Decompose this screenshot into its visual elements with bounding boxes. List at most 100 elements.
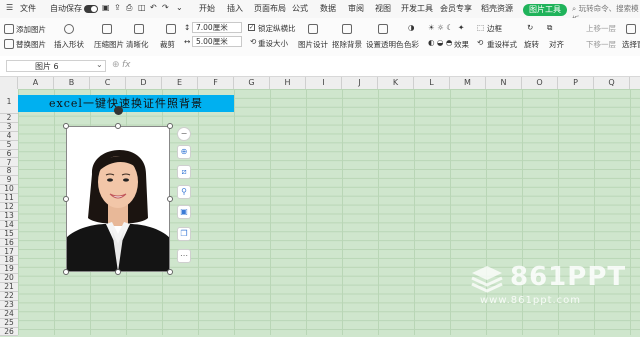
print-icon[interactable]: ⎙ — [126, 3, 132, 13]
resize-handle-ne[interactable] — [167, 123, 173, 129]
rotate-icon: ↻ — [527, 23, 534, 32]
contrast-icon[interactable]: ◐ ◒ ◓ — [428, 38, 452, 47]
column-header-P[interactable]: P — [558, 77, 594, 89]
insert-shape-button[interactable]: 插入形状 — [54, 39, 84, 50]
column-header-M[interactable]: M — [450, 77, 486, 89]
name-box[interactable]: 图片 6 — [6, 60, 106, 72]
fx-icon[interactable]: fx — [122, 60, 131, 70]
remove-bg-icon — [342, 24, 352, 34]
align-button[interactable]: 对齐 — [549, 39, 564, 50]
resize-handle-w[interactable] — [63, 196, 69, 202]
watermark-brand: 861PPT — [510, 262, 627, 292]
redo-icon[interactable]: ↷ — [162, 3, 169, 12]
tab-view[interactable]: 视图 — [375, 3, 391, 14]
color-button[interactable]: 色彩 — [404, 39, 419, 50]
crop-icon — [166, 24, 176, 34]
picture-design-button[interactable]: 图片设计 — [298, 39, 328, 50]
transparent-icon — [378, 24, 388, 34]
crop-picture-icon[interactable]: ⧄ — [177, 165, 191, 179]
more-icon[interactable]: ⋯ — [177, 249, 191, 263]
column-header-K[interactable]: K — [378, 77, 414, 89]
border-button[interactable]: 边框 — [487, 23, 502, 34]
tab-review[interactable]: 审阅 — [348, 3, 364, 14]
select-all-corner[interactable] — [0, 77, 18, 89]
autosave-toggle[interactable] — [84, 5, 98, 13]
tab-member[interactable]: 会员专享 — [440, 3, 472, 14]
column-header-C[interactable]: C — [90, 77, 126, 89]
formula-input[interactable] — [136, 60, 636, 72]
resize-handle-e[interactable] — [167, 196, 173, 202]
reset-style-button[interactable]: 重设样式 — [487, 39, 517, 50]
picture-design-icon — [308, 24, 318, 34]
column-header-N[interactable]: N — [486, 77, 522, 89]
clarify-button[interactable]: 清晰化 — [126, 39, 149, 50]
copy-picture-icon[interactable]: ❐ — [177, 227, 191, 241]
resize-handle-nw[interactable] — [63, 123, 69, 129]
set-transparent-button[interactable]: 设置透明色 — [366, 39, 404, 50]
replace-picture-button[interactable]: 替换图片 — [16, 39, 46, 50]
tab-formula[interactable]: 公式 — [292, 3, 308, 14]
tab-home[interactable]: 开始 — [199, 3, 215, 14]
resize-handle-sw[interactable] — [63, 269, 69, 275]
width-field[interactable]: 5.00厘米 — [192, 36, 242, 47]
name-box-dropdown-icon[interactable]: ⌄ — [96, 60, 103, 69]
lock-ratio-label: 锁定纵横比 — [258, 24, 296, 33]
save-icon[interactable]: ▣ — [102, 3, 110, 12]
column-header-E[interactable]: E — [162, 77, 198, 89]
search-input[interactable]: ⌕ 玩转命令、搜索模板 — [572, 3, 640, 24]
lock-ratio-checkbox[interactable]: ✓ — [248, 24, 255, 31]
picture-selection-frame[interactable] — [66, 126, 170, 272]
resize-handle-n[interactable] — [115, 123, 121, 129]
compress-icon — [102, 24, 112, 34]
row-header-1[interactable]: 1 — [0, 89, 18, 114]
remove-bg-button[interactable]: 抠除背景 — [332, 39, 362, 50]
column-header-F[interactable]: F — [198, 77, 234, 89]
location-icon[interactable]: ⚲ — [177, 185, 191, 199]
brightness-icon[interactable]: ☀ ☼ ☾ — [428, 23, 453, 32]
rotate-handle-icon[interactable] — [114, 106, 123, 115]
hamburger-icon[interactable]: ☰ — [6, 3, 13, 12]
send-backward-button[interactable]: 下移一层 — [586, 39, 616, 50]
replace-picture-icon — [4, 39, 14, 49]
column-header-O[interactable]: O — [522, 77, 558, 89]
picture-tool-icon[interactable]: ▣ — [177, 205, 191, 219]
preview-icon[interactable]: ◫ — [138, 3, 146, 12]
column-header-Q[interactable]: Q — [594, 77, 630, 89]
column-header-I[interactable]: I — [306, 77, 342, 89]
zoom-icon[interactable]: ⊕ — [112, 60, 120, 70]
tab-docer[interactable]: 稻壳资源 — [481, 3, 513, 14]
add-picture-icon — [4, 24, 14, 34]
tab-insert[interactable]: 插入 — [227, 3, 243, 14]
resize-handle-se[interactable] — [167, 269, 173, 275]
add-picture-button[interactable]: 添加图片 — [16, 24, 46, 35]
column-header-B[interactable]: B — [54, 77, 90, 89]
height-field[interactable]: 7.00厘米 — [192, 22, 242, 33]
column-header-H[interactable]: H — [270, 77, 306, 89]
reset-size-button[interactable]: 重设大小 — [258, 38, 288, 49]
file-menu[interactable]: 文件 — [20, 3, 36, 14]
bring-forward-button[interactable]: 上移一层 — [586, 23, 616, 34]
title-cell[interactable]: excel一键快速换证件照背景 — [18, 95, 234, 112]
reset-style-icon: ⟲ — [477, 38, 484, 47]
crop-button[interactable]: 裁剪 — [160, 39, 175, 50]
column-header-A[interactable]: A — [18, 77, 54, 89]
rotate-button[interactable]: 旋转 — [524, 39, 539, 50]
zoom-picture-icon[interactable]: ⊕ — [177, 145, 191, 159]
tab-developer[interactable]: 开发工具 — [401, 3, 433, 14]
column-header-L[interactable]: L — [414, 77, 450, 89]
column-header-D[interactable]: D — [126, 77, 162, 89]
collapse-icon[interactable]: − — [177, 127, 191, 141]
undo-icon[interactable]: ↶ — [150, 3, 157, 12]
tab-page-layout[interactable]: 页面布局 — [254, 3, 286, 14]
effects-button[interactable]: 效果 — [454, 39, 469, 50]
resize-handle-s[interactable] — [115, 269, 121, 275]
row-header-26[interactable]: 26 — [0, 327, 18, 337]
compress-button[interactable]: 压缩图片 — [94, 39, 124, 50]
export-icon[interactable]: ⇪ — [114, 3, 121, 12]
column-header-J[interactable]: J — [342, 77, 378, 89]
selection-pane-button[interactable]: 选择窗格 — [622, 39, 640, 50]
tab-data[interactable]: 数据 — [320, 3, 336, 14]
dropdown-icon[interactable]: ⌄ — [176, 3, 183, 12]
column-header-G[interactable]: G — [234, 77, 270, 89]
tab-picture-tools[interactable]: 图片工具 — [523, 4, 567, 16]
